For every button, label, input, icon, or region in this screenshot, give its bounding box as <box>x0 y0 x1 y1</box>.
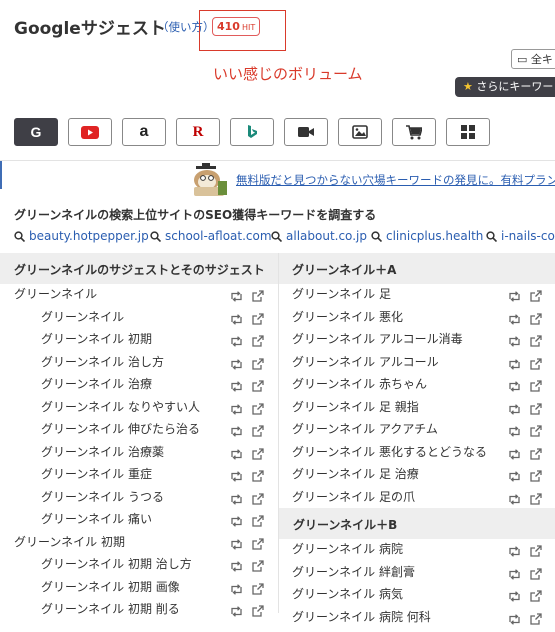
suggest-row[interactable]: グリーンネイル 足の爪 <box>0 486 555 509</box>
suggest-row[interactable]: グリーンネイル 足 治療 <box>0 463 555 486</box>
suggest-row[interactable]: グリーンネイル 悪化 <box>0 306 555 329</box>
left-column-header: グリーンネイルのサジェストとそのサジェスト <box>0 253 278 284</box>
copy-icon: ▭ <box>517 53 531 66</box>
site-link-label: clinicplus.health <box>386 229 483 243</box>
divider <box>0 160 555 161</box>
source-bing-button[interactable] <box>230 118 274 146</box>
suggest-keyword[interactable]: グリーンネイル 足の爪 <box>292 486 415 509</box>
source-apps-button[interactable] <box>446 118 490 146</box>
suggest-keyword[interactable]: グリーンネイル 足 治療 <box>292 463 419 486</box>
source-shopping-button[interactable] <box>392 118 436 146</box>
suggest-row[interactable]: グリーンネイル 悪化するとどうなる <box>0 441 555 464</box>
source-image-button[interactable] <box>338 118 382 146</box>
source-video-button[interactable] <box>284 118 328 146</box>
right-column-heading-a: グリーンネイル＋A <box>292 261 396 278</box>
search-icon <box>14 231 25 242</box>
google-icon: G <box>31 124 42 140</box>
suggest-keyword[interactable]: グリーンネイル 病院 <box>292 538 403 561</box>
copy-all-button[interactable]: ▭ 全キ <box>511 49 555 69</box>
youtube-icon <box>81 126 99 139</box>
copy-all-label: 全キ <box>531 53 553 66</box>
source-youtube-button[interactable] <box>68 118 112 146</box>
source-google-button[interactable]: G <box>14 118 58 146</box>
site-link-label: allabout.co.jp <box>286 229 367 243</box>
search-icon <box>150 231 161 242</box>
suggest-row[interactable]: グリーンネイル 絆創膏 <box>0 561 555 584</box>
accent-bar <box>0 161 2 189</box>
amazon-icon: a <box>140 123 149 141</box>
right-column-heading-b: グリーンネイル＋B <box>293 516 397 533</box>
suggest-keyword[interactable]: グリーンネイル 足 親指 <box>292 396 419 419</box>
image-icon <box>352 125 368 139</box>
more-keywords-label: さらにキーワー <box>476 80 553 93</box>
suggest-row[interactable]: グリーンネイル 病気 <box>0 583 555 606</box>
hit-count-badge: 410HIT <box>212 17 260 36</box>
site-link-label: beauty.hotpepper.jp <box>29 229 149 243</box>
suggest-keyword[interactable]: グリーンネイル 悪化するとどうなる <box>292 441 487 464</box>
suggest-keyword[interactable]: グリーンネイル 痛い <box>41 508 152 531</box>
suggest-row[interactable]: グリーンネイル 足 <box>0 283 555 306</box>
suggest-row[interactable]: グリーンネイル アルコール <box>0 351 555 374</box>
search-icon <box>271 231 282 242</box>
suggest-keyword[interactable]: グリーンネイル 病気 <box>292 583 403 606</box>
right-column-header: グリーンネイル＋B <box>279 508 555 539</box>
bing-icon <box>246 124 258 140</box>
suggest-keyword[interactable]: グリーンネイル アルコール消毒 <box>292 328 463 351</box>
suggest-row[interactable]: グリーンネイル 赤ちゃん <box>0 373 555 396</box>
site-link[interactable]: beauty.hotpepper.jp <box>14 229 149 243</box>
seo-heading: グリーンネイルの検索上位サイトのSEO獲得キーワードを調査する <box>14 206 376 223</box>
more-keywords-button[interactable]: ★ さらにキーワー <box>455 77 555 97</box>
source-amazon-button[interactable]: a <box>122 118 166 146</box>
suggest-row[interactable]: グリーンネイル 病院 <box>0 538 555 561</box>
search-icon <box>371 231 382 242</box>
promo-link[interactable]: 無料版だと見つからない穴場キーワードの発見に。有料プラン <box>236 172 555 188</box>
site-link-label: school-afloat.com <box>165 229 272 243</box>
search-icon <box>486 231 497 242</box>
video-icon <box>298 126 314 138</box>
page-title: Googleサジェスト <box>14 14 166 39</box>
suggest-row[interactable]: グリーンネイル 足 親指 <box>0 396 555 419</box>
site-link-label: i-nails-co.j <box>501 229 555 243</box>
right-column-header: グリーンネイル＋A <box>279 253 555 284</box>
cart-icon <box>406 125 422 140</box>
site-link[interactable]: clinicplus.health <box>371 229 483 243</box>
suggest-keyword[interactable]: グリーンネイル 悪化 <box>292 306 403 329</box>
source-rakuten-button[interactable]: R <box>176 118 220 146</box>
site-link[interactable]: i-nails-co.j <box>486 229 555 243</box>
suggest-keyword[interactable]: グリーンネイル 足 <box>292 283 391 306</box>
suggest-row[interactable]: グリーンネイル アルコール消毒 <box>0 328 555 351</box>
suggest-keyword[interactable]: グリーンネイル 病院 何科 <box>292 606 431 629</box>
rakuten-icon: R <box>193 124 204 141</box>
site-link[interactable]: allabout.co.jp <box>271 229 367 243</box>
hit-unit: HIT <box>242 23 255 32</box>
annotation-text: いい感じのボリューム <box>213 63 363 84</box>
apps-icon <box>461 125 475 139</box>
suggest-keyword[interactable]: グリーンネイル アルコール <box>292 351 439 374</box>
hit-count: 410 <box>217 20 240 33</box>
left-column-heading: グリーンネイルのサジェストとそのサジェスト <box>14 261 265 278</box>
suggest-keyword[interactable]: グリーンネイル 赤ちゃん <box>292 373 427 396</box>
suggest-row[interactable]: グリーンネイル 病院 何科 <box>0 606 555 629</box>
suggest-keyword[interactable]: グリーンネイル アクアチム <box>292 418 438 441</box>
suggest-keyword[interactable]: グリーンネイル 絆創膏 <box>292 561 415 584</box>
suggest-row[interactable]: グリーンネイル アクアチム <box>0 418 555 441</box>
mascot-icon <box>188 163 230 197</box>
site-link[interactable]: school-afloat.com <box>150 229 272 243</box>
star-icon: ★ <box>463 80 476 93</box>
